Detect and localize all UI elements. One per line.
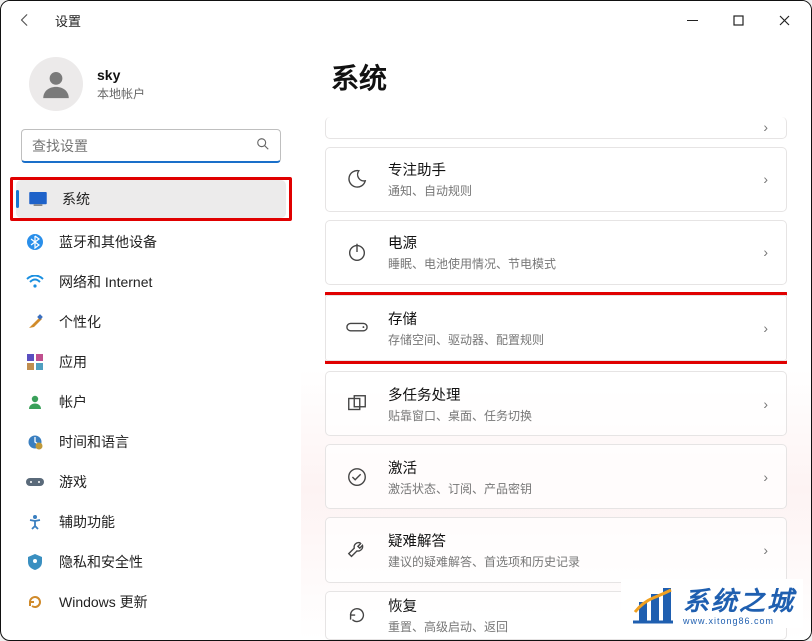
power-icon: [344, 239, 370, 265]
card-activation[interactable]: 激活 激活状态、订阅、产品密钥 ›: [325, 444, 787, 509]
chevron-right-icon: ›: [763, 469, 768, 485]
wrench-icon: [344, 537, 370, 563]
app-title: 设置: [55, 11, 81, 30]
user-name: sky: [97, 67, 145, 83]
nav-windows-update[interactable]: Windows 更新: [13, 583, 289, 621]
highlight-system: 系统: [10, 177, 292, 221]
settings-window: 设置 sky 本地帐户: [0, 0, 812, 641]
nav-network[interactable]: 网络和 Internet: [13, 263, 289, 301]
nav-apps[interactable]: 应用: [13, 343, 289, 381]
nav: 系统 蓝牙和其他设备 网络和 Internet: [1, 175, 301, 621]
maximize-button[interactable]: [715, 4, 761, 36]
nav-label: 帐户: [59, 392, 87, 412]
check-circle-icon: [344, 464, 370, 490]
chevron-right-icon: ›: [763, 171, 768, 187]
wifi-icon: [25, 272, 45, 292]
card-multitasking[interactable]: 多任务处理 贴靠窗口、桌面、任务切换 ›: [325, 371, 787, 436]
nav-label: 网络和 Internet: [59, 272, 152, 292]
nav-label: 隐私和安全性: [59, 552, 143, 572]
search-icon: [256, 137, 270, 154]
user-account-type: 本地帐户: [97, 85, 145, 102]
chevron-right-icon: ›: [763, 320, 768, 336]
nav-accessibility[interactable]: 辅助功能: [13, 503, 289, 541]
gamepad-icon: [25, 472, 45, 492]
search-input[interactable]: [32, 138, 256, 154]
system-icon: [28, 189, 48, 209]
card-power[interactable]: 电源 睡眠、电池使用情况、节电模式 ›: [325, 220, 787, 285]
card-title: 存储: [388, 308, 745, 329]
highlight-storage: 存储 存储空间、驱动器、配置规则 ›: [325, 292, 787, 364]
nav-label: 个性化: [59, 312, 101, 332]
nav-label: 系统: [62, 189, 90, 209]
recovery-icon: [344, 602, 370, 628]
user-profile[interactable]: sky 本地帐户: [1, 47, 301, 129]
multitask-icon: [344, 391, 370, 417]
card-title: 专注助手: [388, 159, 745, 180]
avatar: [29, 57, 83, 111]
settings-cards: › 专注助手 通知、自动规则 ›: [325, 117, 787, 640]
card-subtitle: 睡眠、电池使用情况、节电模式: [388, 255, 745, 272]
card-subtitle: 贴靠窗口、桌面、任务切换: [388, 407, 745, 424]
page-title: 系统: [325, 57, 787, 97]
card-troubleshoot[interactable]: 疑难解答 建议的疑难解答、首选项和历史记录 ›: [325, 517, 787, 582]
card-title: 激活: [388, 457, 745, 478]
titlebar: 设置: [1, 1, 811, 39]
update-icon: [25, 592, 45, 612]
nav-label: 辅助功能: [59, 512, 115, 532]
nav-personalization[interactable]: 个性化: [13, 303, 289, 341]
nav-gaming[interactable]: 游戏: [13, 463, 289, 501]
card-peek-previous[interactable]: ›: [325, 117, 787, 139]
nav-label: 蓝牙和其他设备: [59, 232, 157, 252]
search-box[interactable]: [21, 129, 281, 163]
apps-icon: [25, 352, 45, 372]
nav-label: 时间和语言: [59, 432, 129, 452]
storage-icon: [344, 315, 370, 341]
nav-label: 应用: [59, 352, 87, 372]
nav-system[interactable]: 系统: [16, 180, 286, 218]
nav-privacy[interactable]: 隐私和安全性: [13, 543, 289, 581]
card-subtitle: 激活状态、订阅、产品密钥: [388, 480, 745, 497]
moon-icon: [344, 166, 370, 192]
card-subtitle: 存储空间、驱动器、配置规则: [388, 331, 745, 348]
close-button[interactable]: [761, 4, 807, 36]
person-icon: [25, 392, 45, 412]
card-focus-assist[interactable]: 专注助手 通知、自动规则 ›: [325, 147, 787, 212]
card-subtitle: 通知、自动规则: [388, 182, 745, 199]
nav-label: 游戏: [59, 472, 87, 492]
nav-accounts[interactable]: 帐户: [13, 383, 289, 421]
accessibility-icon: [25, 512, 45, 532]
window-controls: [669, 4, 807, 36]
card-title: 疑难解答: [388, 530, 745, 551]
bluetooth-icon: [25, 232, 45, 252]
shield-icon: [25, 552, 45, 572]
chevron-right-icon: ›: [763, 396, 768, 412]
globe-clock-icon: [25, 432, 45, 452]
nav-time-language[interactable]: 时间和语言: [13, 423, 289, 461]
card-title: 多任务处理: [388, 384, 745, 405]
nav-bluetooth[interactable]: 蓝牙和其他设备: [13, 223, 289, 261]
main-content: 系统 › 专注助手 通知、自动规则 ›: [301, 39, 811, 640]
watermark-logo: [629, 584, 675, 624]
minimize-button[interactable]: [669, 4, 715, 36]
card-storage[interactable]: 存储 存储空间、驱动器、配置规则 ›: [325, 295, 787, 361]
card-subtitle: 建议的疑难解答、首选项和历史记录: [388, 553, 745, 570]
brush-icon: [25, 312, 45, 332]
back-button[interactable]: [9, 4, 41, 36]
watermark: 系统之城 www.xitong86.com: [621, 579, 803, 628]
watermark-text: 系统之城: [683, 581, 795, 618]
chevron-right-icon: ›: [763, 244, 768, 260]
sidebar: sky 本地帐户 系统: [1, 39, 301, 640]
chevron-right-icon: ›: [763, 119, 768, 135]
chevron-right-icon: ›: [763, 542, 768, 558]
nav-label: Windows 更新: [59, 592, 148, 612]
card-title: 电源: [388, 232, 745, 253]
